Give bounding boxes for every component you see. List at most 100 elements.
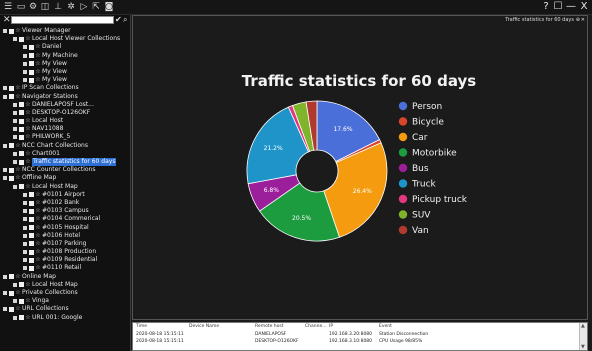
node-checkbox[interactable]	[29, 257, 34, 263]
expand-toggle-icon[interactable]	[13, 160, 17, 164]
expand-toggle-icon[interactable]	[3, 274, 7, 279]
expand-toggle-icon[interactable]	[3, 291, 7, 295]
export-icon[interactable]: ⇱	[91, 2, 101, 12]
tree-node[interactable]: ☆ #0110 Retail	[0, 264, 130, 272]
layout-icon[interactable]: ◫	[40, 2, 50, 12]
node-checkbox[interactable]	[29, 53, 34, 59]
expand-toggle-icon[interactable]	[13, 299, 17, 304]
tree-node[interactable]: ☆ NCC Chart Collections	[0, 142, 130, 150]
tree-node[interactable]: ☆ Private Collections	[0, 289, 130, 297]
tree-node[interactable]: ☆ #0105 Hospital	[0, 224, 130, 232]
tree-node[interactable]: ☆ Offline Map	[0, 174, 130, 182]
node-checkbox[interactable]	[9, 290, 14, 296]
tree-node[interactable]: ☆ NCC Counter Collections	[0, 166, 130, 174]
tree-node[interactable]: ☆ #0101 Airport	[0, 191, 130, 199]
node-checkbox[interactable]	[29, 233, 34, 239]
tree-node[interactable]: ☆ My View	[0, 68, 130, 76]
node-checkbox[interactable]	[29, 208, 34, 214]
expand-toggle-icon[interactable]	[23, 258, 27, 263]
node-checkbox[interactable]	[9, 167, 14, 173]
tree-node[interactable]: ☆ Local Host	[0, 117, 130, 125]
expand-toggle-icon[interactable]	[23, 69, 27, 74]
node-checkbox[interactable]	[19, 298, 24, 304]
log-header-channel[interactable]: Channe...	[305, 323, 327, 330]
tree-node[interactable]: ☆ #0102 Bank	[0, 199, 130, 207]
expand-toggle-icon[interactable]	[23, 53, 27, 58]
tree-node[interactable]: ☆ URL 001: Google	[0, 314, 130, 322]
tree-node[interactable]: ☆ DESKTOP-O126OKF	[0, 109, 130, 117]
log-header-event[interactable]: Event	[379, 323, 392, 330]
node-checkbox[interactable]	[29, 266, 34, 272]
tree-node[interactable]: ☆ Online Map	[0, 273, 130, 281]
legend-label[interactable]: Bicycle	[412, 118, 444, 128]
close-button[interactable]: X	[579, 1, 589, 13]
expand-toggle-icon[interactable]	[13, 184, 17, 189]
legend-label[interactable]: Pickup truck	[412, 195, 468, 205]
monitor-icon[interactable]: ▭	[16, 2, 26, 12]
log-scrollbar[interactable]: ▲ ▼	[579, 323, 587, 350]
tree-node[interactable]: ☆ Local Host Viewer Collections	[0, 35, 130, 43]
legend-label[interactable]: Truck	[411, 180, 437, 190]
node-checkbox[interactable]	[29, 77, 34, 83]
log-header-device[interactable]: Device Name	[189, 323, 219, 330]
legend-label[interactable]: Motorbike	[412, 149, 457, 159]
tree-node[interactable]: ☆ IP Scan Collections	[0, 84, 130, 92]
expand-toggle-icon[interactable]	[23, 250, 27, 255]
node-checkbox[interactable]	[29, 249, 34, 255]
tree-node[interactable]: ☆ Vinga	[0, 297, 130, 305]
expand-toggle-icon[interactable]	[13, 151, 17, 156]
node-checkbox[interactable]	[19, 135, 24, 141]
expand-toggle-icon[interactable]	[3, 29, 7, 33]
legend-label[interactable]: Van	[412, 226, 429, 236]
check-icon[interactable]: ✔	[115, 15, 123, 25]
expand-toggle-icon[interactable]	[13, 282, 17, 287]
node-checkbox[interactable]	[19, 159, 24, 165]
node-checkbox[interactable]	[19, 151, 24, 157]
tree-node[interactable]: ☆ Navigator Stations	[0, 93, 130, 101]
expand-toggle-icon[interactable]	[13, 135, 17, 140]
tree-node[interactable]: ☆ Local Host Map	[0, 281, 130, 289]
legend-label[interactable]: SUV	[412, 211, 431, 221]
node-checkbox[interactable]	[19, 118, 24, 124]
scroll-down-icon[interactable]: ▼	[581, 344, 585, 350]
tree-node[interactable]: ☆ Local Host Map	[0, 183, 130, 191]
camera-icon[interactable]: ◙	[104, 2, 114, 12]
node-checkbox[interactable]	[29, 44, 34, 50]
log-header-ip[interactable]: IP	[329, 323, 333, 330]
node-checkbox[interactable]	[19, 282, 24, 288]
node-checkbox[interactable]	[9, 274, 14, 280]
node-checkbox[interactable]	[29, 225, 34, 231]
tree-node[interactable]: ☆ Viewer Manager	[0, 27, 130, 35]
node-checkbox[interactable]	[9, 28, 14, 34]
menu-icon[interactable]: ☰	[3, 2, 13, 12]
scroll-up-icon[interactable]: ▲	[581, 323, 585, 329]
expand-toggle-icon[interactable]	[23, 200, 27, 205]
expand-toggle-icon[interactable]	[23, 61, 27, 66]
expand-toggle-icon[interactable]	[13, 102, 17, 107]
tree-node[interactable]: ☆ Daniel	[0, 43, 130, 51]
tree-node[interactable]: ☆ My Machine	[0, 52, 130, 60]
expand-toggle-icon[interactable]	[13, 37, 17, 42]
clear-filter-icon[interactable]: ✕	[3, 15, 11, 25]
tree-node[interactable]: ☆ #0108 Production	[0, 248, 130, 256]
tree-node[interactable]: ☆ PHILWORK_5	[0, 133, 130, 141]
expand-toggle-icon[interactable]	[13, 110, 17, 115]
log-header-remote-host[interactable]: Remote host	[255, 323, 284, 330]
tree-node[interactable]: ☆ Chart001	[0, 150, 130, 158]
help-button[interactable]: ?	[541, 1, 551, 13]
node-checkbox[interactable]	[19, 110, 24, 116]
tree-node[interactable]: ☆ My View	[0, 76, 130, 84]
tree-node[interactable]: ☆ #0106 Hotel	[0, 232, 130, 240]
maximize-button[interactable]: ☐	[553, 1, 563, 13]
expand-toggle-icon[interactable]	[3, 168, 7, 173]
tree-node[interactable]: ☆ Traffic statistics for 60 days	[0, 158, 130, 167]
settings-icon[interactable]: ✲	[66, 2, 76, 12]
expand-toggle-icon[interactable]	[3, 307, 7, 312]
expand-toggle-icon[interactable]	[23, 225, 27, 230]
tree-node[interactable]: ☆ URL Collections	[0, 305, 130, 313]
node-checkbox[interactable]	[19, 315, 24, 321]
tree-filter-input[interactable]	[11, 16, 114, 24]
legend-label[interactable]: Person	[412, 102, 442, 112]
node-checkbox[interactable]	[19, 126, 24, 132]
node-checkbox[interactable]	[9, 143, 14, 149]
